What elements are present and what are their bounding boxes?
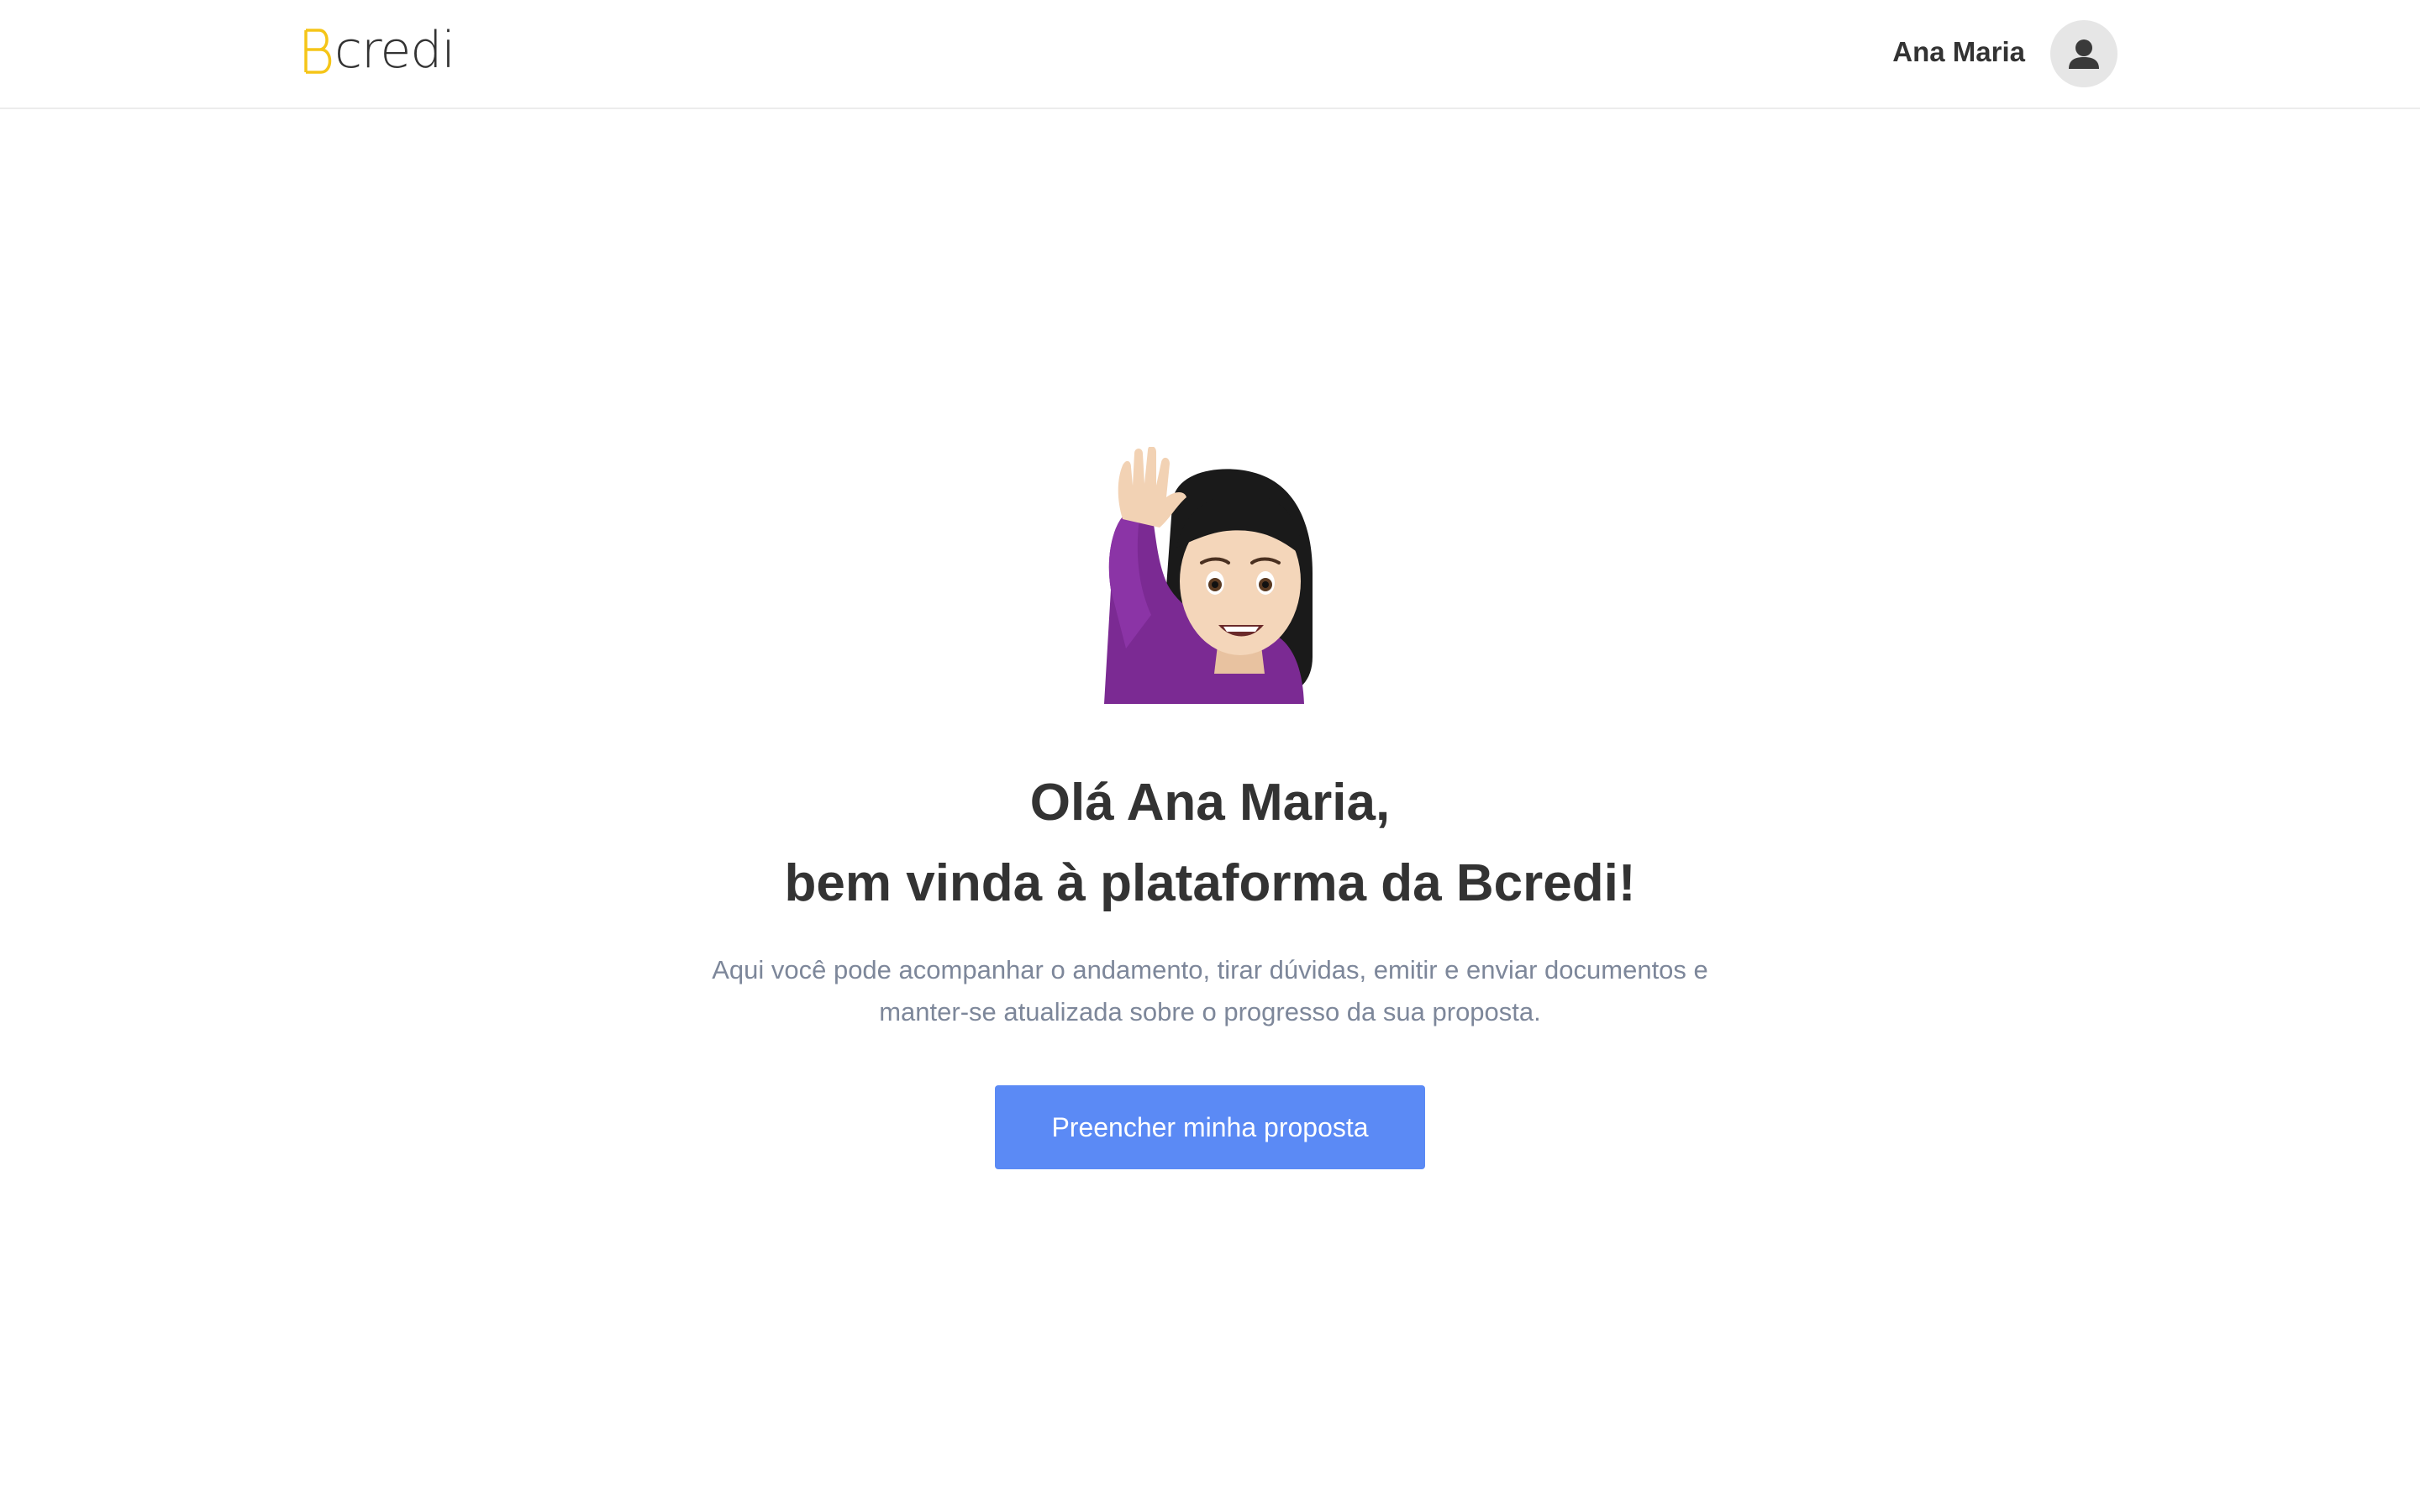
welcome-title: bem vinda à plataforma da Bcredi! — [784, 854, 1636, 912]
welcome-description: Aqui você pode acompanhar o andamento, t… — [712, 955, 1708, 1026]
user-icon — [2069, 39, 2099, 69]
logo-b-letter — [304, 29, 332, 74]
fill-proposal-button[interactable]: Preencher minha proposta — [995, 1085, 1425, 1169]
user-avatar[interactable] — [2050, 20, 2118, 87]
person-raising-hand-icon — [1104, 447, 1313, 704]
user-name[interactable]: Ana Maria — [1892, 34, 2025, 71]
logo-text: credi — [334, 21, 455, 80]
greeting-title: Olá Ana Maria, — [1029, 774, 1391, 832]
bcredi-logo[interactable]: credi — [301, 22, 455, 76]
top-header: credi Ana Maria — [0, 0, 2420, 109]
